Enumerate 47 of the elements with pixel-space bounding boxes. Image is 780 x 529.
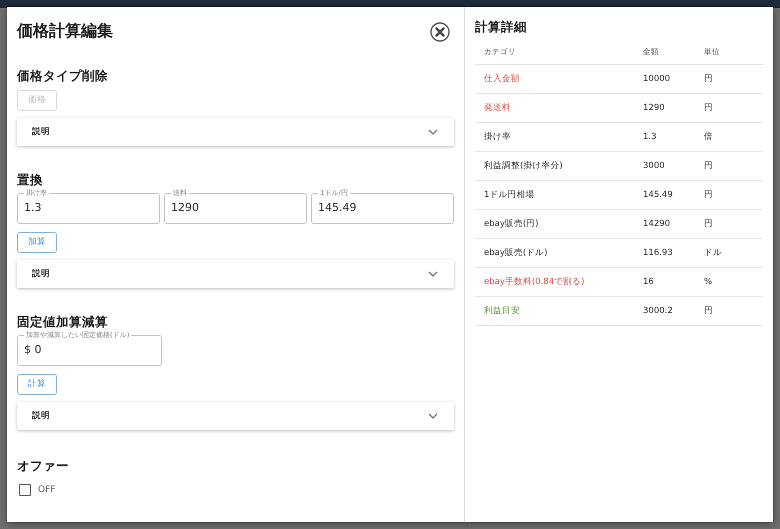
section-heading: 固定値加算減算 [17, 314, 109, 330]
chevron-icon [428, 271, 438, 277]
table-cell: 円 [695, 94, 763, 122]
table-cell: 仕入金額 [475, 64, 634, 94]
table-cell: 円 [695, 152, 763, 180]
checkbox-label: OFF [38, 485, 56, 495]
accordion-header[interactable]: 説明 [17, 402, 454, 430]
accordion-header[interactable]: 説明 [17, 118, 454, 146]
accordion-label: 説明 [32, 126, 50, 138]
chevron-icon [428, 413, 438, 419]
table-cell: 倍 [695, 122, 763, 152]
chevron-icon [428, 129, 438, 135]
table-cell: 利益調整(掛け率分) [475, 152, 634, 180]
action-button[interactable]: 加算 [17, 232, 57, 253]
table-cell: 16 [634, 268, 695, 296]
table-cell: 10000 [634, 64, 695, 94]
close-icon[interactable] [430, 22, 450, 42]
table-cell: 3000 [634, 152, 695, 180]
section-heading: オファー [17, 458, 70, 474]
section-heading: 価格タイプ削除 [17, 68, 109, 84]
table-cell: 3000.2 [634, 296, 695, 326]
checkbox[interactable] [19, 484, 31, 496]
table-cell: 145.49 [634, 180, 695, 210]
table-cell: 1ドル円相場 [475, 180, 634, 210]
table-cell: 発送料 [475, 94, 634, 122]
table-cell: 円 [695, 210, 763, 238]
table-cell: ebay販売(円) [475, 210, 634, 238]
table-cell: 116.93 [634, 238, 695, 268]
table-cell: 1.3 [634, 122, 695, 152]
accordion-label: 説明 [32, 268, 50, 280]
table-cell: % [695, 268, 763, 296]
action-button[interactable]: 計算 [17, 374, 57, 395]
panel-title: 計算詳細 [475, 19, 528, 36]
table-cell: 14290 [634, 210, 695, 238]
accordion-label: 説明 [32, 410, 50, 422]
table-cell: 円 [695, 296, 763, 326]
table-cell: ebay販売(ドル) [475, 238, 634, 268]
dialog-title: 価格計算編集 [17, 21, 113, 42]
table-cell: 円 [695, 180, 763, 210]
table-cell: 円 [695, 64, 763, 94]
table-cell: 1290 [634, 94, 695, 122]
table-cell: ebay手数料(0.84で割る) [475, 268, 634, 296]
accordion-header[interactable]: 説明 [17, 260, 454, 288]
table-cell: 利益目安 [475, 296, 634, 326]
section-heading: 置換 [17, 172, 44, 188]
table-cell: ドル [695, 238, 763, 268]
table-cell: 掛け率 [475, 122, 634, 152]
